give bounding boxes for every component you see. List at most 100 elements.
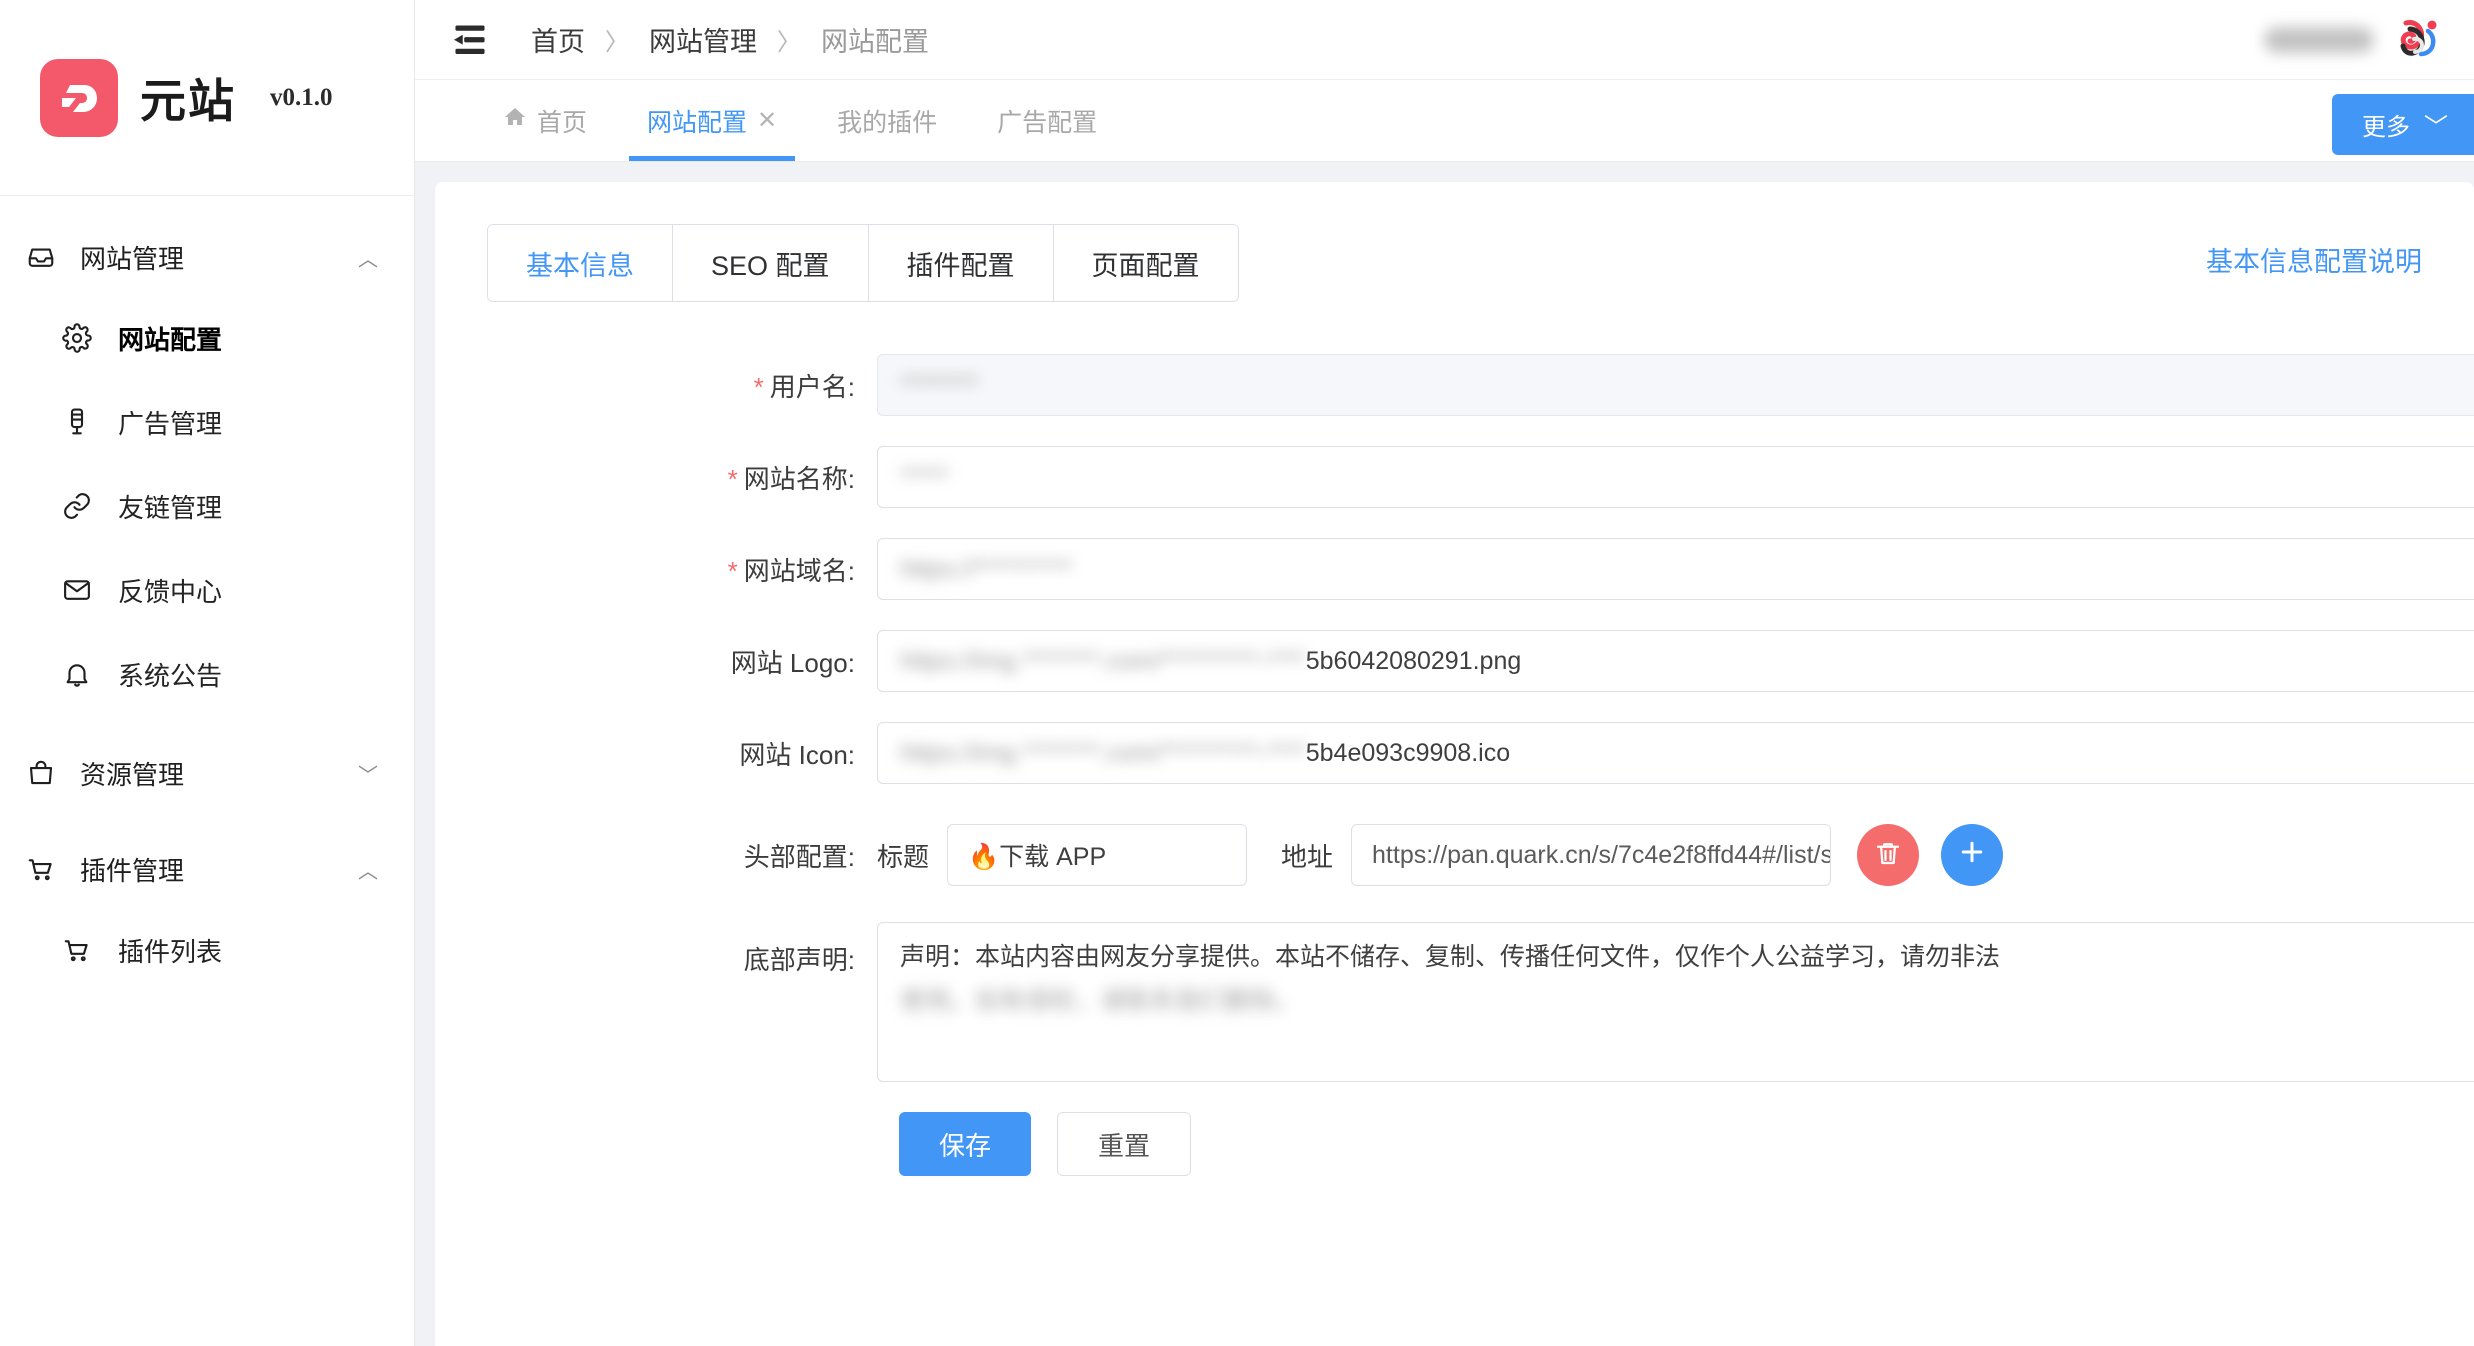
tab-label: 我的插件 [837, 108, 938, 137]
tab-label: 首页 [537, 108, 588, 137]
chevron-up-icon: ︿ [358, 860, 378, 883]
brand-version: v0.1.0 [270, 83, 333, 111]
required-marker: * [753, 371, 764, 402]
sidebar-item-label: 插件列表 [118, 936, 223, 967]
chevron-down-icon: ﹀ [2424, 114, 2448, 141]
form-control: 标题 🔥下载 APP 地址 https://pan.quark.cn/s/7c4… [877, 824, 2422, 886]
sidebar-item-friend-links[interactable]: 友链管理 [0, 464, 414, 548]
breadcrumb-item-website-config: 网站配置 [821, 27, 929, 57]
form-control: https://img.********.com/**********-****… [877, 630, 2474, 692]
tab-label: 网站配置 [647, 108, 748, 137]
breadcrumb-separator-icon: 〉 [777, 29, 801, 56]
sidebar-item-website-config[interactable]: 网站配置 [0, 296, 414, 380]
site-logo-value-blurred: https://img.********.com/**********-**** [900, 646, 1306, 675]
form-control: ******** [877, 354, 2474, 416]
form-row-site-logo: 网站 Logo: https://img.********.com/******… [487, 630, 2474, 692]
segment-page-config[interactable]: 页面配置 [1053, 225, 1238, 301]
form-actions: 保存 重置 [487, 1112, 2422, 1176]
header-url-input[interactable]: https://pan.quark.cn/s/7c4e2f8ffd44#/lis… [1351, 824, 1832, 886]
ad-board-icon [62, 407, 110, 437]
form-label: * 网站名称: [727, 463, 855, 494]
more-button[interactable]: 更多 ﹀ [2332, 94, 2474, 155]
sidebar-group-label: 网站管理 [80, 243, 185, 274]
content-area: 基本信息 SEO 配置 插件配置 页面配置 基本信息配置说明 * 用户名: **… [415, 162, 2474, 1346]
config-segmented-tabs: 基本信息 SEO 配置 插件配置 页面配置 [487, 224, 1239, 302]
required-marker: * [727, 555, 738, 586]
sidebar-menu: 网站管理 ︿ 网站配置 广告管理 友链管理 反馈中心 系统公告 资源管理 ﹀ 插… [0, 196, 414, 992]
footer-statement-line2: 使用。如有侵权，请联系我们删除。 [900, 986, 1301, 1015]
sidebar-group-resource-management[interactable]: 资源管理 ﹀ [0, 734, 414, 812]
sidebar: 元站 v0.1.0 网站管理 ︿ 网站配置 广告管理 友链管理 反馈中心 系统公… [0, 0, 415, 1346]
form-label: 网站 Icon: [739, 739, 855, 770]
site-icon-value-blurred: https://img.********.com/**********-**** [900, 738, 1306, 767]
breadcrumb-item-home[interactable]: 首页 [531, 20, 585, 59]
form-row-header-config: 头部配置: 标题 🔥下载 APP 地址 https://pan.quark.cn… [487, 824, 2422, 886]
footer-statement-textarea[interactable]: 声明：本站内容由网友分享提供。本站不储存、复制、传播任何文件，仅作个人公益学习，… [877, 922, 2474, 1082]
site-name-value: ***** [900, 462, 949, 491]
tab-home[interactable]: 首页 [473, 80, 617, 161]
sidebar-group-plugin-management[interactable]: 插件管理 ︿ [0, 830, 414, 908]
trash-icon [1873, 838, 1903, 873]
form-control: https://********** [877, 538, 2474, 600]
user-avatar[interactable] [2388, 8, 2450, 71]
header-title-label: 标题 [877, 841, 930, 872]
config-card: 基本信息 SEO 配置 插件配置 页面配置 基本信息配置说明 * 用户名: **… [435, 182, 2474, 1346]
more-label: 更多 [2362, 114, 2410, 141]
site-icon-input[interactable]: https://img.********.com/**********-****… [877, 722, 2474, 784]
segment-plugin-config[interactable]: 插件配置 [868, 225, 1054, 301]
cart-icon [62, 935, 110, 965]
page-tab-bar: 首页 网站配置 ✕ 我的插件 广告配置 更多 ﹀ [415, 80, 2474, 162]
reset-button[interactable]: 重置 [1057, 1112, 1192, 1176]
close-icon[interactable]: ✕ [757, 106, 777, 135]
tab-my-plugins[interactable]: 我的插件 [807, 80, 967, 161]
sidebar-group-label: 资源管理 [80, 759, 185, 790]
basic-info-form: * 用户名: ******** * 网站名称: ***** * 网站域名: ht… [487, 354, 2474, 1176]
form-row-site-icon: 网站 Icon: https://img.********.com/******… [487, 722, 2474, 784]
delete-header-item-button[interactable] [1857, 824, 1920, 886]
site-logo-value-visible: 5b6042080291.png [1305, 646, 1522, 675]
segment-seo-config[interactable]: SEO 配置 [673, 225, 869, 301]
sidebar-item-ad-management[interactable]: 广告管理 [0, 380, 414, 464]
breadcrumb-separator-icon: 〉 [605, 29, 629, 56]
header-title-value: 🔥下载 APP [968, 843, 1107, 871]
form-row-site-domain: * 网站域名: https://********** [487, 538, 2474, 600]
form-label: * 用户名: [753, 371, 855, 402]
form-control: https://img.********.com/**********-****… [877, 722, 2474, 784]
sidebar-item-plugin-list[interactable]: 插件列表 [0, 908, 414, 992]
gear-icon [62, 323, 110, 353]
link-icon [62, 491, 110, 521]
form-label: 头部配置: [743, 841, 855, 872]
save-button[interactable]: 保存 [899, 1112, 1032, 1176]
site-name-input[interactable]: ***** [877, 446, 2474, 508]
sidebar-item-system-announcement[interactable]: 系统公告 [0, 632, 414, 716]
segment-label: SEO 配置 [711, 250, 830, 281]
username-label [2264, 26, 2374, 53]
sidebar-item-label: 友链管理 [118, 492, 223, 523]
inbox-icon [26, 242, 70, 272]
breadcrumb-item-website-management[interactable]: 网站管理 [649, 20, 757, 59]
brand-logo[interactable]: 元站 v0.1.0 [0, 0, 414, 196]
site-domain-input[interactable]: https://********** [877, 538, 2474, 600]
plus-icon [1957, 834, 1987, 876]
mail-icon [62, 575, 110, 605]
add-header-item-button[interactable] [1941, 824, 2004, 886]
header-url-value: https://pan.quark.cn/s/7c4e2f8ffd44#/lis… [1372, 840, 1832, 869]
menu-collapse-icon[interactable] [449, 19, 491, 61]
tab-website-config[interactable]: 网站配置 ✕ [617, 80, 807, 161]
site-domain-value: https://********** [900, 554, 1073, 583]
header-title-input[interactable]: 🔥下载 APP [947, 824, 1248, 886]
bag-icon [26, 758, 70, 788]
form-control: ***** [877, 446, 2474, 508]
site-logo-input[interactable]: https://img.********.com/**********-****… [877, 630, 2474, 692]
site-icon-value-visible: 5b4e093c9908.ico [1305, 738, 1511, 767]
segment-basic-info[interactable]: 基本信息 [488, 225, 673, 301]
card-header: 基本信息 SEO 配置 插件配置 页面配置 基本信息配置说明 [487, 224, 2422, 302]
sidebar-item-label: 网站配置 [118, 324, 223, 355]
help-link[interactable]: 基本信息配置说明 [2206, 240, 2422, 279]
sidebar-item-feedback-center[interactable]: 反馈中心 [0, 548, 414, 632]
form-label: 底部声明: [743, 945, 855, 975]
header-url-label: 地址 [1281, 841, 1334, 872]
home-icon [503, 105, 527, 136]
sidebar-group-website-management[interactable]: 网站管理 ︿ [0, 218, 414, 296]
tab-ad-config[interactable]: 广告配置 [967, 80, 1127, 161]
